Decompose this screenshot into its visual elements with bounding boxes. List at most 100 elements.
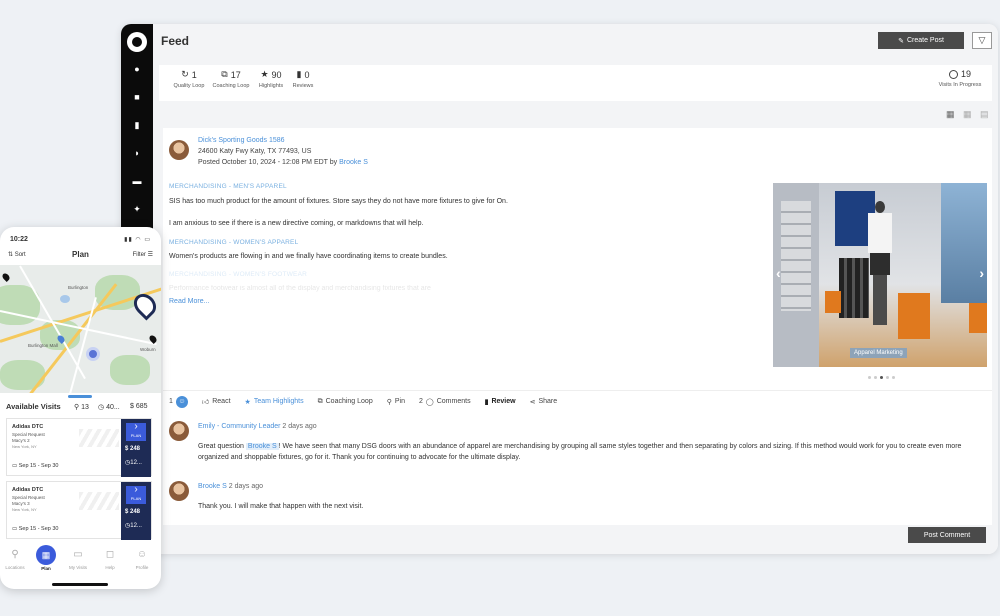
desktop-window: ● ■ ▮ ◗ ▬ ✦ Feed ✎ Create Post ▽ ↻ 1 Qual…	[121, 24, 998, 554]
comments-button[interactable]: 2 ◯ Comments	[419, 398, 471, 406]
photo-shoe-rack	[781, 201, 811, 311]
map-label: Burlington	[68, 285, 89, 290]
tab-locations[interactable]: ⚲ Locations	[0, 549, 30, 570]
tab-plan[interactable]: ▦ Plan	[31, 545, 61, 571]
count-b: ◷ 40...	[98, 404, 120, 411]
view-toggle: ▦ ▦ ▤	[946, 110, 990, 119]
tools-icon[interactable]: ✦	[131, 204, 143, 214]
stat-value: 19	[960, 69, 971, 79]
available-visits-header: Available Visits ⚲ 13 ◷ 40... $ 685	[0, 399, 161, 415]
drawer-handle[interactable]	[68, 395, 92, 398]
author-link[interactable]: Brooke S	[339, 159, 368, 166]
chat-icon: ◻	[105, 549, 115, 560]
database-icon[interactable]: ■	[131, 92, 143, 102]
carousel-dot[interactable]	[880, 376, 883, 379]
inbox-icon[interactable]: ▬	[131, 176, 143, 186]
create-post-button[interactable]: ✎ Create Post	[878, 32, 964, 49]
visit-type: Special Request	[12, 432, 45, 437]
document-view-icon[interactable]: ▤	[980, 110, 990, 119]
section-heading: MERCHANDISING - WOMEN'S APPAREL	[169, 239, 299, 246]
post-comment-button[interactable]: Post Comment	[908, 527, 986, 543]
stat-coaching-loop[interactable]: ⧉ 17 Coaching Loop	[209, 69, 253, 89]
post-photo[interactable]: ‹ › Apparel Marketing	[773, 183, 987, 367]
visit-card[interactable]: Adidas DTC Special Request Macy's 3 New …	[6, 477, 152, 540]
map-label: Woburn	[140, 347, 156, 352]
comment-author: Emily - Community Leader 2 days ago	[198, 423, 317, 430]
commenter-name[interactable]: Brooke S	[198, 483, 227, 490]
pin-button[interactable]: ⚲ Pin	[387, 398, 405, 406]
carousel-dot[interactable]	[868, 376, 871, 379]
carousel-dot[interactable]	[886, 376, 889, 379]
comment-body: Thank you. I will make that happen with …	[198, 503, 364, 510]
avatar[interactable]	[169, 421, 189, 441]
visit-hours: ◷12...	[125, 523, 142, 529]
reaction-bubble-icon[interactable]: ☺	[175, 395, 188, 408]
loop-icon: ↻	[181, 69, 189, 79]
hours-value: 12...	[130, 523, 142, 529]
filter-icon[interactable]: ▽	[972, 32, 992, 49]
carousel-dot[interactable]	[892, 376, 895, 379]
visit-store: Macy's 3	[12, 501, 30, 506]
posted-info: Posted October 10, 2024 - 12:08 PM EDT b…	[198, 159, 368, 166]
visit-location: New York, NY	[12, 444, 37, 449]
read-more-link[interactable]: Read More...	[169, 298, 209, 305]
photo-cube	[969, 303, 987, 333]
map-pin-icon[interactable]	[1, 272, 11, 282]
avatar[interactable]	[169, 140, 189, 160]
section-text: Performance footwear is almost all of th…	[169, 285, 431, 292]
stat-visits-in-progress[interactable]: 19 Visits In Progress	[930, 69, 990, 88]
review-button[interactable]: ▮ Review	[485, 398, 516, 406]
section-heading: MERCHANDISING - WOMEN'S FOOTWEAR	[169, 271, 307, 278]
app-logo[interactable]	[127, 32, 147, 52]
commenter-name[interactable]: Emily - Community Leader	[198, 423, 280, 430]
next-arrow-icon[interactable]: ›	[979, 265, 984, 281]
bookmark-icon: ▮	[484, 398, 489, 406]
share-icon: ⋖	[529, 398, 536, 406]
feed-icon[interactable]: ◗	[131, 148, 143, 158]
filter-button[interactable]: Filter ☰	[133, 251, 153, 258]
count-value: 40...	[106, 404, 120, 411]
prev-arrow-icon[interactable]: ‹	[776, 265, 781, 281]
stat-value: 17	[230, 69, 241, 80]
share-button[interactable]: ⋖ Share	[530, 398, 558, 406]
react-button[interactable]: 👍︎ React	[202, 397, 231, 406]
map[interactable]: Burlington Burlington Mall Woburn	[0, 265, 161, 393]
visit-name: Adidas DTC	[12, 424, 44, 430]
status-time: 10:22	[10, 236, 28, 243]
grid-view-icon[interactable]: ▦	[946, 110, 956, 119]
store-address: 24600 Katy Fwy Katy, TX 77493, US	[198, 148, 312, 155]
team-highlights-button[interactable]: ★ Team Highlights	[245, 398, 304, 406]
section-text: Women's products are flowing in and we f…	[169, 253, 448, 260]
tab-label: Locations	[5, 565, 25, 570]
dates-value: Sep 15 - Sep 30	[18, 526, 59, 532]
avatar[interactable]	[169, 481, 189, 501]
chart-icon[interactable]: ▮	[131, 120, 143, 130]
edit-icon: ✎	[898, 37, 904, 45]
visit-amount: $ 248	[125, 446, 141, 452]
tab-help[interactable]: ◻ Help	[95, 549, 125, 570]
mention[interactable]: Brooke S	[245, 443, 279, 450]
share-label: Share	[538, 398, 558, 405]
comment-time: 2 days ago	[228, 483, 263, 490]
coaching-loop-label: Coaching Loop	[325, 398, 373, 405]
tab-my-visits[interactable]: ▭ My Visits	[63, 549, 93, 570]
stat-value: 0	[304, 69, 310, 80]
star-icon: ★	[260, 69, 269, 79]
plan-button[interactable]: PLAN	[126, 477, 146, 504]
stat-reviews[interactable]: ▮ 0 Reviews	[281, 69, 325, 89]
tab-profile[interactable]: ☺ Profile	[127, 549, 157, 570]
map-water	[60, 295, 70, 303]
visit-card[interactable]: Adidas DTC Special Request Macy's 2 New …	[6, 414, 152, 477]
user-icon[interactable]: ●	[131, 64, 143, 74]
stat-quality-loop[interactable]: ↻ 1 Quality Loop	[167, 69, 211, 89]
store-link[interactable]: Dick's Sporting Goods 1586	[198, 137, 285, 144]
coaching-loop-button[interactable]: ⧉ Coaching Loop	[318, 398, 373, 406]
tile-view-icon[interactable]: ▦	[963, 110, 973, 119]
count-c: $ 685	[130, 403, 148, 410]
plan-button[interactable]: PLAN	[126, 414, 146, 441]
filter-label: Filter	[132, 252, 146, 258]
carousel-dot[interactable]	[874, 376, 877, 379]
current-location-icon	[86, 347, 100, 361]
tab-label: Plan	[41, 566, 51, 571]
available-visits-title: Available Visits	[6, 402, 61, 411]
